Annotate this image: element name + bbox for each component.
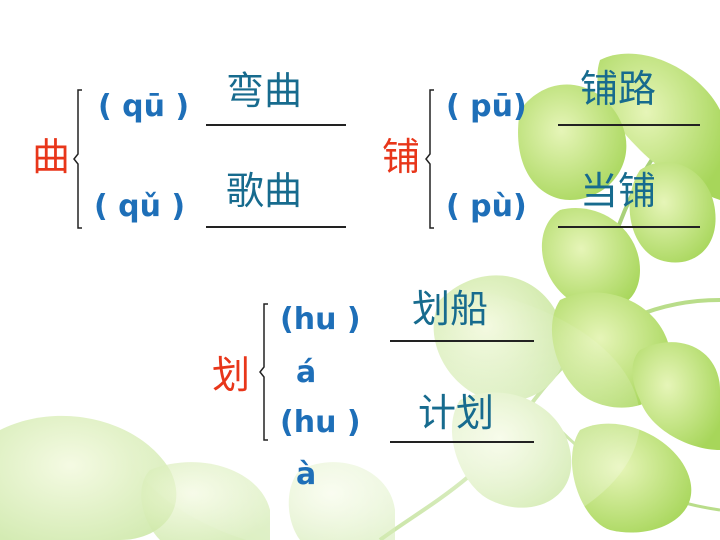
word-wanqu: 弯曲	[226, 69, 303, 113]
word-gequ: 歌曲	[226, 169, 303, 213]
word-huachuan: 划船	[412, 287, 489, 331]
pinyin-pu-4: ( pù)	[446, 189, 527, 224]
answer-underline	[390, 441, 534, 443]
answer-underline	[206, 124, 346, 126]
pinyin-pu-1: ( pū)	[446, 89, 527, 124]
answer-underline	[206, 226, 346, 228]
pinyin-hua-4: (hu )	[280, 405, 361, 440]
brace-icon	[425, 89, 434, 229]
answer-underline	[390, 340, 534, 342]
pinyin-hua-2-tone: á	[296, 355, 317, 390]
pinyin-hua-2: (hu )	[280, 302, 361, 337]
head-char-pu: 铺	[382, 135, 421, 179]
brace-icon	[73, 89, 82, 229]
pinyin-hua-4-tone: à	[296, 457, 317, 492]
head-char-hua: 划	[212, 353, 251, 397]
word-dangpu: 当铺	[580, 169, 657, 213]
word-jihua: 计划	[418, 391, 495, 435]
pinyin-qu-3: ( qǔ )	[94, 189, 186, 224]
brace-icon	[259, 303, 268, 441]
word-pulu: 铺路	[580, 67, 657, 111]
head-char-qu: 曲	[32, 135, 71, 179]
answer-underline	[558, 124, 700, 126]
pinyin-qu-1: ( qū )	[98, 89, 190, 124]
answer-underline	[558, 226, 700, 228]
